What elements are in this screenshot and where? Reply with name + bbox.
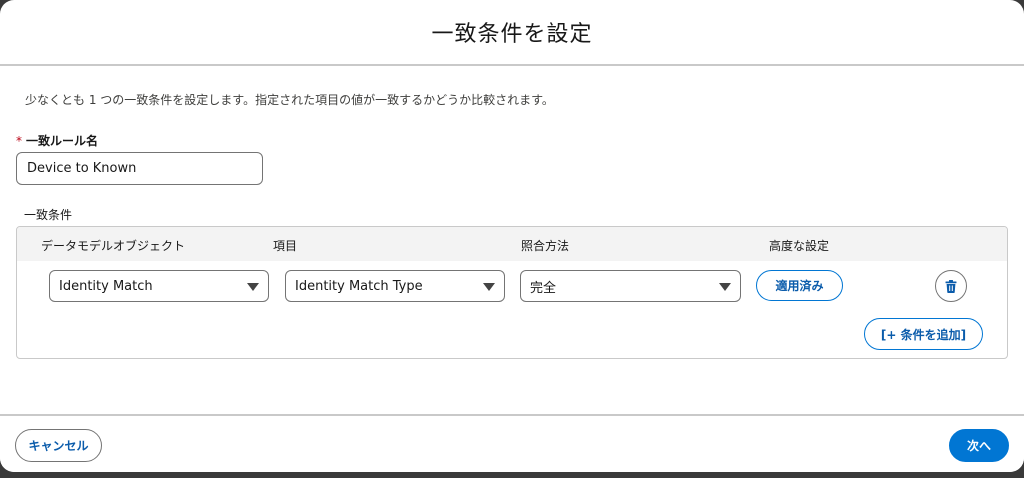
chevron-down-icon — [247, 283, 259, 291]
description-text: 少なくとも 1 つの一致条件を設定します。指定された項目の値が一致するかどうか比… — [25, 93, 554, 107]
column-header-advanced: 高度な設定 — [769, 239, 830, 253]
advanced-settings-button[interactable]: 適用済み — [756, 270, 843, 301]
field-select[interactable]: Identity Match Type — [285, 270, 505, 302]
chevron-down-icon — [719, 283, 731, 291]
rule-name-label: * 一致ルール名 — [16, 132, 98, 149]
conditions-title: 一致条件 — [24, 208, 73, 222]
object-select-value: Identity Match — [59, 278, 153, 294]
add-condition-button[interactable]: [+ 条件を追加] — [864, 318, 983, 350]
match-condition-modal: 一致条件を設定 少なくとも 1 つの一致条件を設定します。指定された項目の値が一… — [0, 0, 1024, 472]
method-select-value: 完全 — [530, 280, 557, 296]
next-button[interactable]: 次へ — [949, 429, 1009, 462]
modal-body: 少なくとも 1 つの一致条件を設定します。指定された項目の値が一致するかどうか比… — [0, 66, 1024, 414]
conditions-table-header: データモデルオブジェクト 項目 照合方法 高度な設定 — [17, 227, 1007, 261]
column-header-method: 照合方法 — [521, 239, 570, 253]
required-marker: * — [16, 134, 22, 148]
trash-icon — [945, 279, 957, 293]
modal-header: 一致条件を設定 — [0, 0, 1024, 66]
chevron-down-icon — [483, 283, 495, 291]
object-select[interactable]: Identity Match — [49, 270, 269, 302]
rule-name-input[interactable] — [16, 152, 263, 185]
conditions-table: データモデルオブジェクト 項目 照合方法 高度な設定 Identity Matc… — [16, 226, 1008, 359]
method-select[interactable]: 完全 — [520, 270, 741, 302]
column-header-field: 項目 — [273, 239, 298, 253]
modal-footer: キャンセル 次へ — [0, 414, 1024, 472]
field-select-value: Identity Match Type — [295, 278, 423, 294]
cancel-button[interactable]: キャンセル — [15, 429, 102, 462]
column-header-object: データモデルオブジェクト — [41, 239, 186, 253]
rule-name-label-text: 一致ルール名 — [26, 134, 99, 148]
delete-condition-button[interactable] — [935, 270, 967, 302]
modal-title: 一致条件を設定 — [431, 22, 593, 47]
